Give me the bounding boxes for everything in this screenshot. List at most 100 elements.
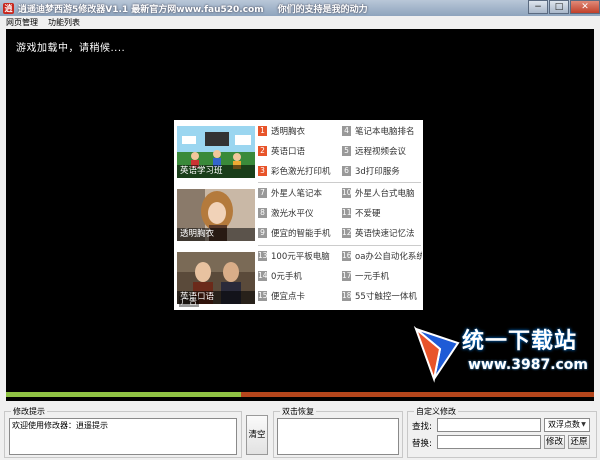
- replace-label: 替换:: [412, 439, 432, 449]
- window-slogan: 你们的支持是我的动力: [277, 4, 368, 15]
- ad-link-label: 透明胸衣: [271, 127, 306, 137]
- ad-link-label: 100元平板电脑: [271, 252, 330, 262]
- ad-rank-badge: 17: [342, 271, 352, 281]
- watermark: 统一下载站 www.3987.com: [412, 323, 592, 393]
- app-icon: 逍: [3, 2, 14, 14]
- ad-link-4[interactable]: 4 笔记本电脑排名: [342, 124, 415, 138]
- clear-button[interactable]: 清空: [246, 415, 268, 455]
- ad-rank-badge: 18: [342, 291, 352, 301]
- search-input[interactable]: [437, 418, 541, 432]
- ad-link-17[interactable]: 17 一元手机: [342, 269, 389, 283]
- ad-rank-badge: 11: [342, 208, 352, 218]
- minimize-button[interactable]: −: [528, 0, 548, 14]
- ad-section-3: 英语口语 13 100元平板电脑 16 oa办公自动化系统 14 0元手机 17 一元手…: [174, 246, 423, 307]
- ad-rank-badge: 4: [342, 126, 351, 136]
- replace-input[interactable]: [437, 435, 541, 449]
- ad-badge: 广告: [179, 296, 199, 307]
- restore-button[interactable]: 还原: [568, 435, 590, 449]
- ad-rank-badge: 8: [258, 208, 267, 218]
- download-site-logo-icon: [413, 325, 460, 383]
- title-bar: 逍 逍遥迪梦西游5修改器V1.1 最新官方网www.fau520.com 你们的…: [0, 0, 600, 16]
- ad-caption-2: 透明胸衣: [177, 228, 255, 241]
- close-button[interactable]: ✕: [570, 0, 600, 14]
- hint-textarea[interactable]: 欢迎使用修改器：逍遥提示: [9, 418, 237, 455]
- menu-bar: 网页管理 功能列表: [0, 16, 600, 28]
- ad-panel: 英语学习班 1 透明胸衣 4 笔记本电脑排名 2 英语口语 5 远程视频会议 3 彩色激光…: [174, 120, 423, 310]
- ad-link-5[interactable]: 5 远程视频会议: [342, 144, 406, 158]
- restore-list[interactable]: [277, 418, 399, 455]
- ad-rank-badge: 13: [258, 251, 268, 261]
- ad-link-label: 不爱硬: [355, 209, 381, 219]
- ad-link-label: 一元手机: [355, 272, 390, 282]
- ad-link-label: 外星人台式电脑: [355, 189, 415, 199]
- ad-link-1[interactable]: 1 透明胸衣: [258, 124, 305, 138]
- ad-link-11[interactable]: 11 不爱硬: [342, 206, 381, 220]
- ad-thumbnail-bra[interactable]: 透明胸衣: [177, 189, 255, 241]
- ad-link-3[interactable]: 3 彩色激光打印机: [258, 164, 331, 178]
- ad-rank-badge: 14: [258, 271, 268, 281]
- ad-link-label: 彩色激光打印机: [271, 167, 331, 177]
- ad-link-12[interactable]: 12 英语快速记忆法: [342, 226, 415, 240]
- ad-link-label: 远程视频会议: [355, 147, 407, 157]
- loading-text: 游戏加载中，请稍候....: [16, 43, 126, 54]
- ad-link-13[interactable]: 13 100元平板电脑: [258, 249, 330, 263]
- loading-progress-bar: [6, 392, 594, 397]
- window-title: 逍遥迪梦西游5修改器V1.1 最新官方网www.fau520.com: [18, 4, 264, 15]
- ad-link-16[interactable]: 16 oa办公自动化系统: [342, 249, 422, 263]
- ad-link-label: 便宜的智能手机: [271, 229, 331, 239]
- window-controls: − □ ✕: [527, 0, 600, 16]
- hint-group: 修改提示 欢迎使用修改器：逍遥提示: [4, 406, 242, 458]
- value-type-selected: 双浮点数: [548, 420, 580, 429]
- ad-link-label: 55寸触控一体机: [355, 292, 417, 302]
- hint-group-label: 修改提示: [11, 406, 47, 417]
- search-label: 查找:: [412, 422, 432, 432]
- ad-link-14[interactable]: 14 0元手机: [258, 269, 302, 283]
- ad-link-18[interactable]: 18 55寸触控一体机: [342, 289, 417, 303]
- menu-function-list[interactable]: 功能列表: [48, 17, 80, 28]
- ad-link-label: 激光水平仪: [271, 209, 314, 219]
- restore-group-label: 双击恢复: [280, 406, 316, 417]
- bottom-panel: 修改提示 欢迎使用修改器：逍遥提示 清空 双击恢复 自定义修改 查找: 双浮点数…: [0, 402, 600, 460]
- value-type-select[interactable]: 双浮点数 ▼: [544, 418, 590, 432]
- ad-rank-badge: 16: [342, 251, 352, 261]
- ad-link-label: 英语快速记忆法: [355, 229, 415, 239]
- ad-link-8[interactable]: 8 激光水平仪: [258, 206, 314, 220]
- custom-modify-group-label: 自定义修改: [414, 406, 458, 417]
- ad-rank-badge: 15: [258, 291, 268, 301]
- ad-rank-badge: 12: [342, 228, 352, 238]
- game-area[interactable]: 游戏加载中，请稍候.... 英语学习班 1 透明胸衣 4 笔记本电脑排名 2 英语口语: [6, 29, 594, 401]
- menu-web-manage[interactable]: 网页管理: [6, 17, 38, 28]
- ad-rank-badge: 1: [258, 126, 267, 136]
- ad-link-label: 笔记本电脑排名: [355, 127, 415, 137]
- restore-group: 双击恢复: [273, 406, 403, 458]
- ad-rank-badge: 3: [258, 166, 267, 176]
- ad-section-1: 英语学习班 1 透明胸衣 4 笔记本电脑排名 2 英语口语 5 远程视频会议 3 彩色激光…: [174, 120, 423, 181]
- ad-link-10[interactable]: 10 外星人台式电脑: [342, 186, 415, 200]
- ad-link-2[interactable]: 2 英语口语: [258, 144, 305, 158]
- ad-rank-badge: 6: [342, 166, 351, 176]
- maximize-button[interactable]: □: [549, 0, 569, 14]
- ad-link-label: 3d打印服务: [355, 167, 400, 177]
- ad-link-label: 便宜点卡: [271, 292, 306, 302]
- ad-link-9[interactable]: 9 便宜的智能手机: [258, 226, 331, 240]
- ad-rank-badge: 2: [258, 146, 267, 156]
- progress-fill: [6, 392, 242, 397]
- ad-rank-badge: 10: [342, 188, 352, 198]
- watermark-title: 统一下载站: [462, 329, 578, 354]
- ad-link-label: 外星人笔记本: [271, 189, 323, 199]
- ad-link-label: oa办公自动化系统: [355, 252, 422, 262]
- ad-caption-1: 英语学习班: [177, 165, 255, 178]
- chevron-down-icon: ▼: [581, 421, 586, 428]
- watermark-url: www.3987.com: [468, 357, 589, 373]
- ad-thumbnail-english-class[interactable]: 英语学习班: [177, 126, 255, 178]
- ad-rank-badge: 7: [258, 188, 267, 198]
- ad-link-label: 0元手机: [271, 272, 302, 282]
- ad-link-label: 英语口语: [271, 147, 306, 157]
- ad-link-6[interactable]: 6 3d打印服务: [342, 164, 400, 178]
- ad-link-15[interactable]: 15 便宜点卡: [258, 289, 305, 303]
- modify-button[interactable]: 修改: [544, 435, 565, 449]
- ad-rank-badge: 9: [258, 228, 267, 238]
- ad-rank-badge: 5: [342, 146, 351, 156]
- ad-section-2: 透明胸衣 7 外星人笔记本 10 外星人台式电脑 8 激光水平仪 11 不爱硬 9 便宜的…: [174, 183, 423, 244]
- ad-link-7[interactable]: 7 外星人笔记本: [258, 186, 322, 200]
